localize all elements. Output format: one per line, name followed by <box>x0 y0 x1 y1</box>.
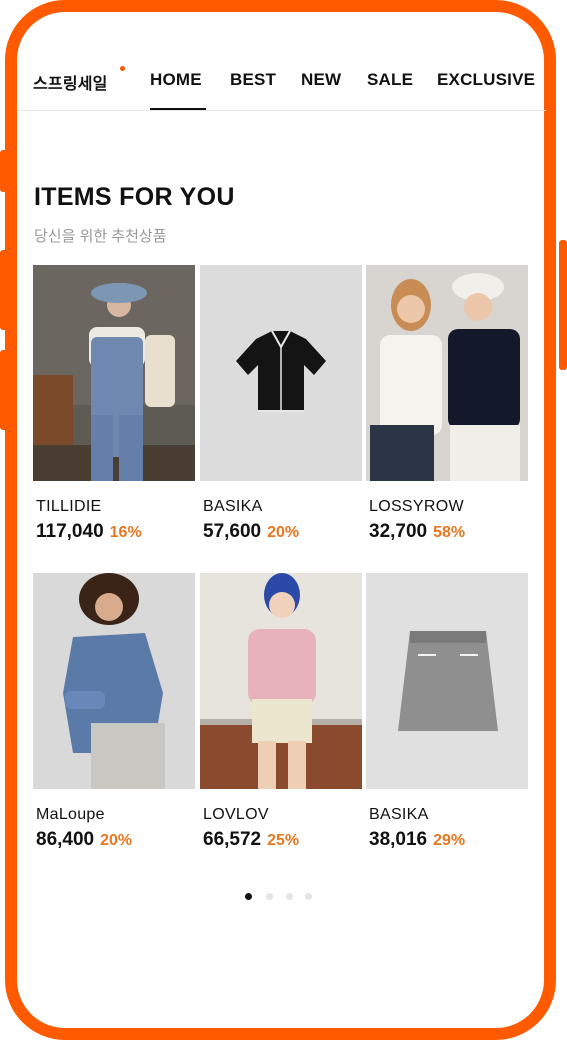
price-row: 66,572 25% <box>203 829 299 851</box>
section-title: ITEMS FOR YOU <box>34 183 235 211</box>
discount-rate: 25% <box>267 832 300 849</box>
price-row: 57,600 20% <box>203 521 299 543</box>
price-row: 86,400 20% <box>36 829 132 851</box>
price-row: 38,016 29% <box>369 829 465 851</box>
app-screen: 스프링세일 HOME BEST NEW SALE EXCLUSIVE ITEMS… <box>17 20 546 997</box>
new-indicator-dot <box>120 66 125 71</box>
discount-rate: 58% <box>433 524 466 541</box>
product-card[interactable]: BASIKA 38,016 29% <box>366 573 528 850</box>
product-price: 38,016 <box>369 829 428 850</box>
product-price: 57,600 <box>203 521 262 542</box>
product-brand: TILLIDIE <box>36 498 102 515</box>
discount-rate: 20% <box>100 832 133 849</box>
price-row: 117,040 16% <box>36 521 142 543</box>
product-price: 117,040 <box>36 521 104 542</box>
price-row: 32,700 58% <box>369 521 465 543</box>
product-price: 66,572 <box>203 829 262 850</box>
tab-exclusive[interactable]: EXCLUSIVE <box>437 70 535 90</box>
product-image[interactable] <box>200 573 362 789</box>
tab-new[interactable]: NEW <box>301 70 341 90</box>
section-subtitle: 당신을 위한 추천상품 <box>34 228 167 245</box>
volume-up-button <box>0 250 8 330</box>
active-tab-indicator <box>150 108 206 110</box>
product-brand: LOSSYROW <box>369 498 464 515</box>
product-brand: MaLoupe <box>36 806 105 823</box>
product-card[interactable]: TILLIDIE 117,040 16% <box>33 265 195 542</box>
product-image[interactable] <box>200 265 362 481</box>
power-button <box>559 240 567 370</box>
tab-home[interactable]: HOME <box>150 70 202 90</box>
product-image[interactable] <box>33 573 195 789</box>
discount-rate: 20% <box>267 524 300 541</box>
product-image[interactable] <box>366 265 528 481</box>
product-brand: LOVLOV <box>203 806 269 823</box>
product-image[interactable] <box>33 265 195 481</box>
product-price: 86,400 <box>36 829 95 850</box>
tab-sale[interactable]: SALE <box>367 70 413 90</box>
volume-down-button <box>0 350 8 430</box>
tab-best[interactable]: BEST <box>230 70 276 90</box>
product-brand: BASIKA <box>203 498 263 515</box>
page-dot[interactable] <box>286 893 293 900</box>
page-dot[interactable] <box>266 893 273 900</box>
discount-rate: 16% <box>109 524 142 541</box>
product-card[interactable]: LOSSYROW 32,700 58% <box>366 265 528 542</box>
product-card[interactable]: BASIKA 57,600 20% <box>200 265 362 542</box>
product-price: 32,700 <box>369 521 428 542</box>
product-brand: BASIKA <box>369 806 429 823</box>
nav-brand-spring-sale[interactable]: 스프링세일 <box>33 70 108 94</box>
product-card[interactable]: LOVLOV 66,572 25% <box>200 573 362 850</box>
volume-button <box>0 150 8 192</box>
product-image[interactable] <box>366 573 528 789</box>
page-dot[interactable] <box>245 893 252 900</box>
discount-rate: 29% <box>433 832 466 849</box>
page-dot[interactable] <box>305 893 312 900</box>
product-card[interactable]: MaLoupe 86,400 20% <box>33 573 195 850</box>
top-navigation: 스프링세일 HOME BEST NEW SALE EXCLUSIVE <box>17 60 546 111</box>
